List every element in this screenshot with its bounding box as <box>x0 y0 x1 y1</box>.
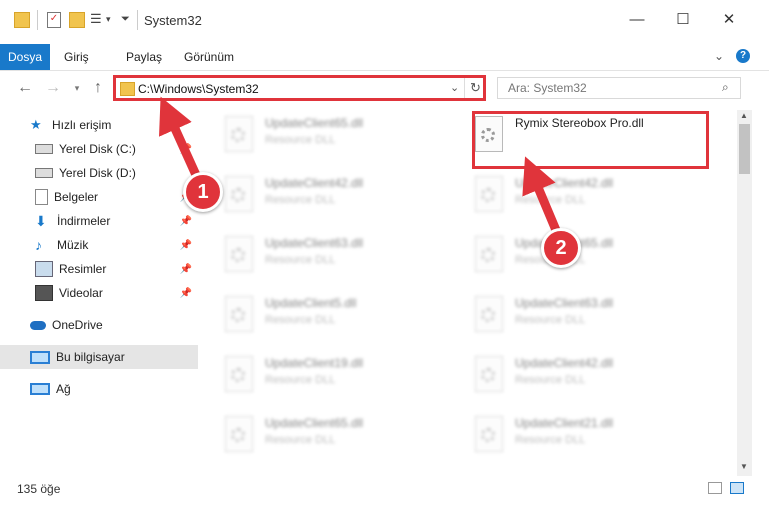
step-badge-2: 2 <box>541 228 581 268</box>
arrow-2 <box>522 156 563 237</box>
step-badge-1: 1 <box>183 172 223 212</box>
arrow-1 <box>159 96 201 177</box>
annotation-arrows <box>159 96 563 237</box>
